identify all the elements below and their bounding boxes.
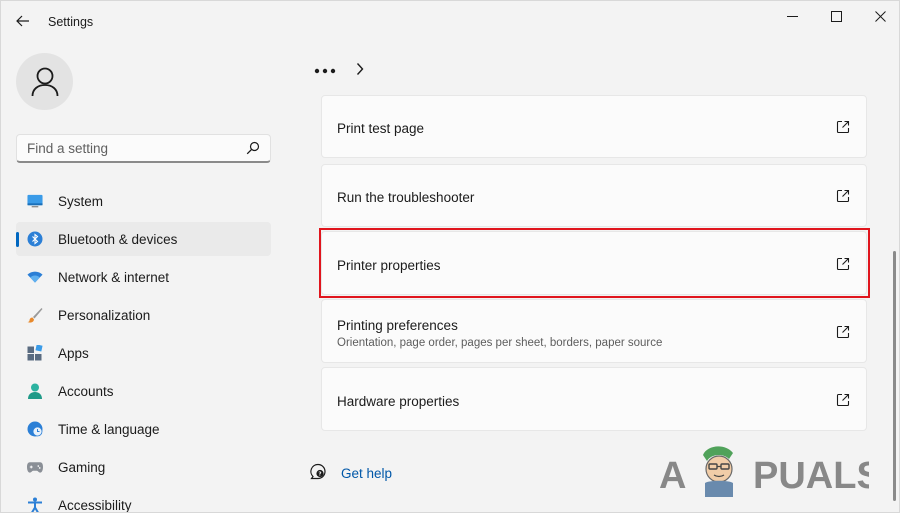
content-scrollbar[interactable] [893,251,896,501]
search-icon[interactable] [246,141,260,155]
open-external-icon [836,189,850,203]
settings-window: Settings Find a setting System Bluetooth… [0,0,900,513]
close-button[interactable] [864,5,896,27]
minimize-button[interactable] [776,5,808,27]
breadcrumb-overflow-button[interactable] [314,61,336,79]
wifi-icon [27,269,43,285]
sidebar-item-bluetooth-devices[interactable]: Bluetooth & devices [16,222,271,256]
card-title: Run the troubleshooter [337,190,475,205]
sidebar-item-apps[interactable]: Apps [16,336,271,370]
sidebar-item-personalization[interactable]: Personalization [16,298,271,332]
open-external-icon [836,120,850,134]
close-icon [874,10,886,22]
svg-text:?: ? [318,472,321,478]
sidebar-item-time-language[interactable]: Time & language [16,412,271,446]
svg-text:A: A [659,455,686,497]
sidebar-item-label: Personalization [58,308,151,323]
active-indicator [16,232,19,247]
more-icon [314,68,336,74]
sidebar-item-gaming[interactable]: Gaming [16,450,271,484]
search-input[interactable] [17,135,237,161]
sidebar-item-label: Bluetooth & devices [58,232,178,247]
card-title: Printer properties [337,258,441,273]
sidebar-item-label: Network & internet [58,270,170,285]
search-box[interactable] [16,134,271,163]
help-chat-icon: ? [310,463,326,480]
brush-icon [27,307,43,323]
person-icon [27,383,43,399]
card-hardware-properties[interactable]: Hardware properties [321,367,867,431]
minimize-icon [786,15,798,17]
back-button[interactable] [11,10,35,32]
sidebar-item-label: System [58,194,104,209]
breadcrumb-separator [355,62,365,81]
title-bar: Settings [1,1,899,41]
open-external-icon [836,325,850,339]
open-external-icon [836,393,850,407]
gamepad-icon [27,459,43,475]
sidebar-item-label: Accessibility [58,498,132,513]
sidebar-item-accessibility[interactable]: Accessibility [16,488,271,513]
sidebar-item-label: Time & language [58,422,160,437]
apps-icon [27,345,43,361]
sidebar-item-label: Apps [58,346,89,361]
sidebar-nav: System Bluetooth & devices Network & int… [16,184,271,513]
svg-text:PUALS: PUALS [753,455,869,497]
sidebar-item-accounts[interactable]: Accounts [16,374,271,408]
user-icon [31,67,58,96]
card-run-troubleshooter[interactable]: Run the troubleshooter [321,164,867,227]
card-printing-preferences[interactable]: Printing preferences Orientation, page o… [321,299,867,363]
sidebar-item-label: Gaming [58,460,106,475]
card-printer-properties[interactable]: Printer properties [321,231,867,295]
globe-clock-icon [27,421,43,437]
bluetooth-icon [27,231,43,247]
card-print-test-page[interactable]: Print test page [321,95,867,158]
card-description: Orientation, page order, pages per sheet… [337,337,663,349]
accessibility-icon [27,497,43,512]
monitor-icon [27,193,43,209]
app-title: Settings [48,15,94,29]
get-help-label: Get help [341,466,393,481]
chevron-right-icon [356,63,364,75]
card-title: Hardware properties [337,394,460,409]
card-title: Printing preferences [337,318,458,333]
maximize-icon [830,10,842,22]
user-avatar[interactable] [16,53,73,110]
sidebar-item-label: Accounts [58,384,114,399]
card-title: Print test page [337,121,425,136]
arrow-left-icon [16,15,29,27]
sidebar-item-system[interactable]: System [16,184,271,218]
appuals-watermark-logo: A PUALS [659,446,869,497]
sidebar-item-network-internet[interactable]: Network & internet [16,260,271,294]
open-external-icon [836,257,850,271]
maximize-button[interactable] [820,5,852,27]
